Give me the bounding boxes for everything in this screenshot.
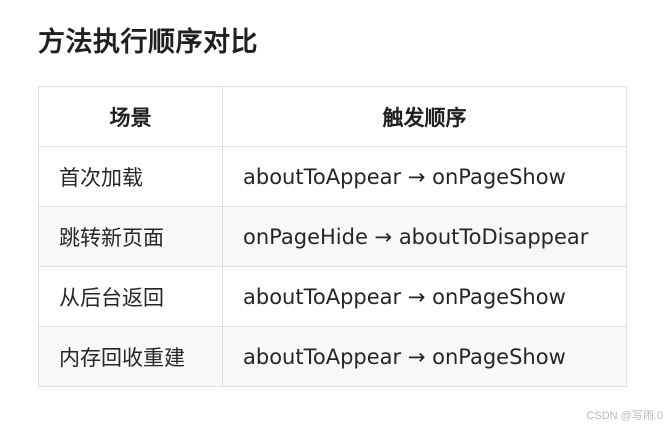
cell-order: aboutToAppear → onPageShow <box>222 266 627 327</box>
header-scene: 场景 <box>38 86 223 147</box>
header-trigger-order: 触发顺序 <box>222 86 627 147</box>
cell-order: aboutToAppear → onPageShow <box>222 146 627 207</box>
cell-scene: 从后台返回 <box>38 266 223 327</box>
table-row: 首次加载 aboutToAppear → onPageShow <box>38 146 627 207</box>
cell-scene: 首次加载 <box>38 146 223 207</box>
comparison-table: 场景 触发顺序 首次加载 aboutToAppear → onPageShow … <box>38 86 627 387</box>
table-header-row: 场景 触发顺序 <box>38 86 627 147</box>
cell-order: aboutToAppear → onPageShow <box>222 326 627 387</box>
table-row: 跳转新页面 onPageHide → aboutToDisappear <box>38 206 627 267</box>
cell-order: onPageHide → aboutToDisappear <box>222 206 627 267</box>
table-row: 内存回收重建 aboutToAppear → onPageShow <box>38 326 627 387</box>
cell-scene: 内存回收重建 <box>38 326 223 387</box>
cell-scene: 跳转新页面 <box>38 206 223 267</box>
page-title: 方法执行顺序对比 <box>38 27 258 58</box>
watermark: CSDN @写雨.0 <box>586 410 663 422</box>
table-row: 从后台返回 aboutToAppear → onPageShow <box>38 266 627 327</box>
